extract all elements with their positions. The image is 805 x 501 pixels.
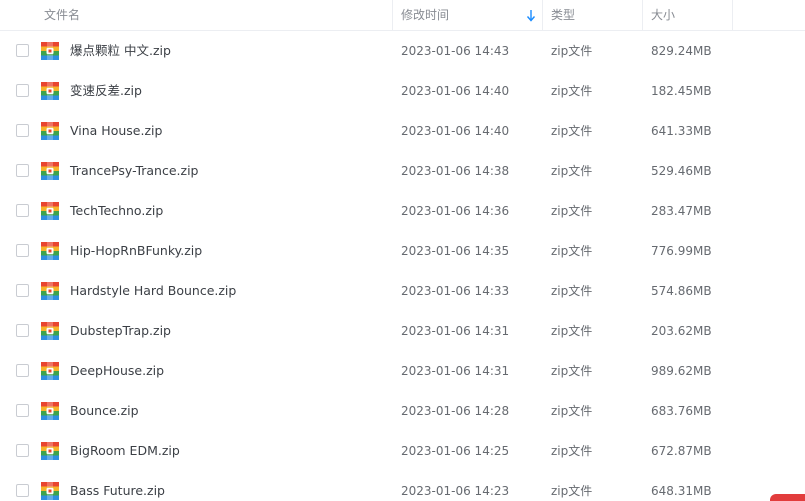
file-type: zip文件 [551, 284, 593, 298]
file-type: zip文件 [551, 444, 593, 458]
corner-badge [770, 494, 805, 501]
column-header-name[interactable]: 文件名 [44, 0, 80, 31]
file-size: 829.24MB [651, 44, 712, 58]
file-row[interactable]: DubstepTrap.zip 2023-01-06 14:31 zip文件 2… [0, 311, 805, 351]
file-type: zip文件 [551, 84, 593, 98]
file-row[interactable]: Bounce.zip 2023-01-06 14:28 zip文件 683.76… [0, 391, 805, 431]
file-size: 989.62MB [651, 364, 712, 378]
file-row[interactable]: Hardstyle Hard Bounce.zip 2023-01-06 14:… [0, 271, 805, 311]
row-checkbox[interactable] [16, 444, 29, 457]
file-name[interactable]: 爆点颗粒 中文.zip [70, 31, 171, 71]
file-row[interactable]: TechTechno.zip 2023-01-06 14:36 zip文件 28… [0, 191, 805, 231]
file-name[interactable]: Hip-HopRnBFunky.zip [70, 231, 202, 271]
modified-time: 2023-01-06 14:33 [401, 284, 510, 298]
zip-archive-icon [41, 162, 59, 180]
file-name[interactable]: Vina House.zip [70, 111, 162, 151]
file-size: 574.86MB [651, 284, 712, 298]
modified-time: 2023-01-06 14:23 [401, 484, 510, 498]
file-name[interactable]: DeepHouse.zip [70, 351, 164, 391]
file-name[interactable]: Bass Future.zip [70, 471, 165, 501]
file-type: zip文件 [551, 244, 593, 258]
file-name[interactable]: Hardstyle Hard Bounce.zip [70, 271, 236, 311]
zip-archive-icon [41, 442, 59, 460]
file-name[interactable]: BigRoom EDM.zip [70, 431, 180, 471]
row-checkbox[interactable] [16, 164, 29, 177]
file-name[interactable]: 变速反差.zip [70, 71, 142, 111]
file-size: 672.87MB [651, 444, 712, 458]
zip-archive-icon [41, 402, 59, 420]
file-type: zip文件 [551, 124, 593, 138]
row-checkbox[interactable] [16, 364, 29, 377]
file-name[interactable]: TrancePsy-Trance.zip [70, 151, 198, 191]
file-size: 203.62MB [651, 324, 712, 338]
row-checkbox[interactable] [16, 484, 29, 497]
modified-time: 2023-01-06 14:35 [401, 244, 510, 258]
column-header-type[interactable]: 类型 [551, 0, 575, 31]
row-checkbox[interactable] [16, 204, 29, 217]
file-row[interactable]: DeepHouse.zip 2023-01-06 14:31 zip文件 989… [0, 351, 805, 391]
column-divider[interactable] [392, 0, 393, 31]
file-type: zip文件 [551, 44, 593, 58]
column-divider[interactable] [732, 0, 733, 31]
zip-archive-icon [41, 202, 59, 220]
file-size: 648.31MB [651, 484, 712, 498]
file-size: 182.45MB [651, 84, 712, 98]
file-row[interactable]: Vina House.zip 2023-01-06 14:40 zip文件 64… [0, 111, 805, 151]
row-checkbox[interactable] [16, 84, 29, 97]
column-header-date[interactable]: 修改时间 [401, 0, 449, 31]
file-type: zip文件 [551, 404, 593, 418]
file-row[interactable]: 爆点颗粒 中文.zip 2023-01-06 14:43 zip文件 829.2… [0, 31, 805, 71]
file-row[interactable]: 变速反差.zip 2023-01-06 14:40 zip文件 182.45MB [0, 71, 805, 111]
zip-archive-icon [41, 42, 59, 60]
file-type: zip文件 [551, 364, 593, 378]
modified-time: 2023-01-06 14:28 [401, 404, 510, 418]
zip-archive-icon [41, 282, 59, 300]
row-checkbox[interactable] [16, 124, 29, 137]
zip-archive-icon [41, 322, 59, 340]
file-name[interactable]: Bounce.zip [70, 391, 139, 431]
file-type: zip文件 [551, 204, 593, 218]
file-size: 641.33MB [651, 124, 712, 138]
modified-time: 2023-01-06 14:31 [401, 324, 510, 338]
zip-archive-icon [41, 482, 59, 500]
file-type: zip文件 [551, 164, 593, 178]
file-list-header: 文件名 修改时间 类型 大小 [0, 0, 805, 31]
file-row[interactable]: BigRoom EDM.zip 2023-01-06 14:25 zip文件 6… [0, 431, 805, 471]
file-type: zip文件 [551, 324, 593, 338]
row-checkbox[interactable] [16, 324, 29, 337]
zip-archive-icon [41, 362, 59, 380]
file-name[interactable]: DubstepTrap.zip [70, 311, 171, 351]
zip-archive-icon [41, 122, 59, 140]
file-row[interactable]: Bass Future.zip 2023-01-06 14:23 zip文件 6… [0, 471, 805, 501]
modified-time: 2023-01-06 14:38 [401, 164, 510, 178]
sort-descending-icon[interactable] [526, 9, 536, 22]
modified-time: 2023-01-06 14:31 [401, 364, 510, 378]
file-size: 529.46MB [651, 164, 712, 178]
file-row[interactable]: TrancePsy-Trance.zip 2023-01-06 14:38 zi… [0, 151, 805, 191]
file-size: 283.47MB [651, 204, 712, 218]
file-name[interactable]: TechTechno.zip [70, 191, 163, 231]
column-header-size[interactable]: 大小 [651, 0, 675, 31]
row-checkbox[interactable] [16, 404, 29, 417]
row-checkbox[interactable] [16, 244, 29, 257]
modified-time: 2023-01-06 14:40 [401, 84, 510, 98]
file-size: 683.76MB [651, 404, 712, 418]
file-type: zip文件 [551, 484, 593, 498]
modified-time: 2023-01-06 14:25 [401, 444, 510, 458]
row-checkbox[interactable] [16, 284, 29, 297]
modified-time: 2023-01-06 14:40 [401, 124, 510, 138]
zip-archive-icon [41, 242, 59, 260]
row-checkbox[interactable] [16, 44, 29, 57]
zip-archive-icon [41, 82, 59, 100]
file-size: 776.99MB [651, 244, 712, 258]
file-list: 爆点颗粒 中文.zip 2023-01-06 14:43 zip文件 829.2… [0, 31, 805, 501]
modified-time: 2023-01-06 14:43 [401, 44, 510, 58]
column-divider[interactable] [642, 0, 643, 31]
modified-time: 2023-01-06 14:36 [401, 204, 510, 218]
column-divider[interactable] [542, 0, 543, 31]
file-row[interactable]: Hip-HopRnBFunky.zip 2023-01-06 14:35 zip… [0, 231, 805, 271]
